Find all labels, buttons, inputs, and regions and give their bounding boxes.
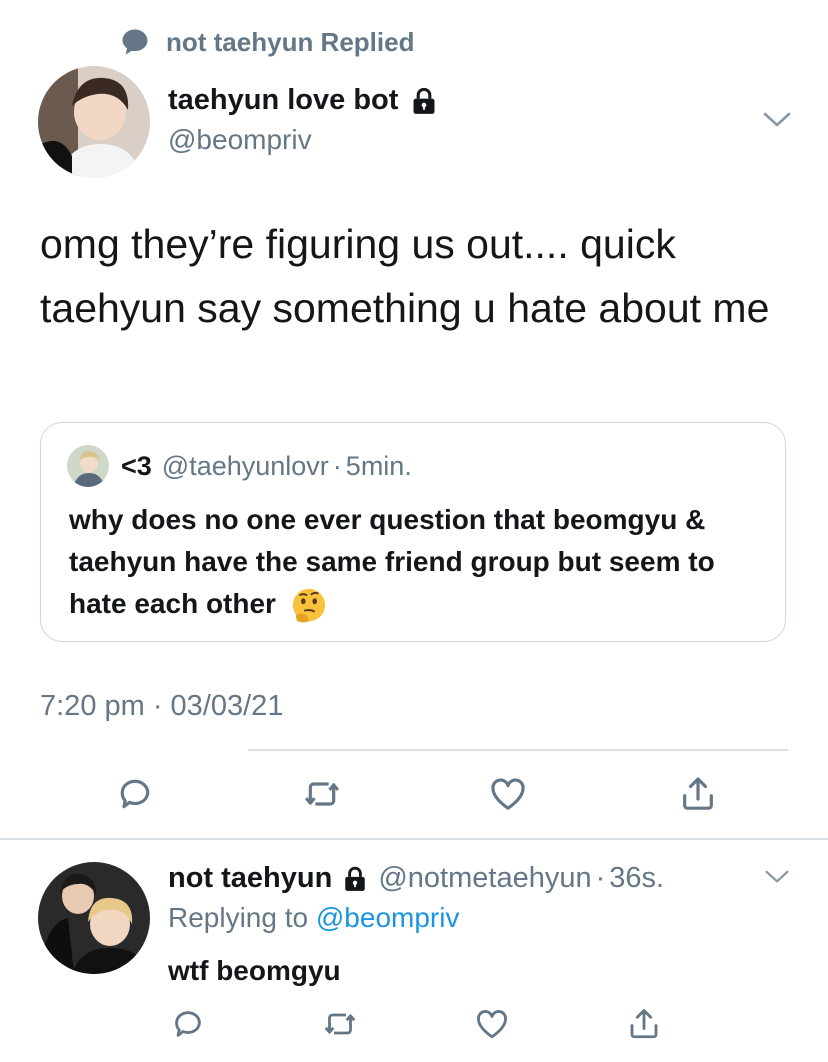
- replying-to-prefix: Replying to: [168, 902, 309, 933]
- quoted-avatar: [67, 445, 109, 487]
- reply-handle[interactable]: @notmetaehyun: [378, 862, 591, 895]
- reply-tweet-text: wtf beomgyu: [168, 955, 341, 986]
- reply-avatar-photo: [38, 862, 150, 974]
- handle[interactable]: @beompriv: [168, 124, 312, 156]
- divider: [248, 749, 788, 751]
- reply-button[interactable]: [113, 772, 157, 816]
- display-name[interactable]: taehyun love bot: [168, 84, 438, 117]
- retweet-button[interactable]: [318, 1002, 362, 1046]
- retweet-button[interactable]: [300, 772, 344, 816]
- quoted-text-block: why does no one ever question that beomg…: [69, 499, 769, 625]
- reply-separator: ·: [595, 862, 606, 894]
- reply-icon: [175, 1011, 201, 1037]
- retweet-icon: [324, 1013, 356, 1035]
- avatar[interactable]: [38, 66, 150, 178]
- heart-icon: [477, 1010, 507, 1039]
- tweet-timestamp[interactable]: 7:20 pm · 03/03/21: [40, 690, 283, 723]
- quoted-header: <3 @taehyunlovr · 5min.: [121, 451, 412, 482]
- like-button[interactable]: [486, 772, 530, 816]
- like-button[interactable]: [470, 1002, 514, 1046]
- replied-context-label: not taehyun Replied: [166, 26, 415, 57]
- replying-to: Replying to @beompriv: [168, 902, 459, 934]
- display-name-label: taehyun love bot: [168, 84, 399, 116]
- reply-time[interactable]: 36s.: [609, 862, 664, 895]
- chevron-down-icon[interactable]: [762, 110, 792, 130]
- quoted-display-name: <3: [121, 451, 152, 481]
- reply-icon: [120, 779, 150, 809]
- heart-icon: [491, 778, 525, 810]
- lock-icon: [413, 87, 435, 114]
- quoted-time: 5min.: [345, 451, 412, 481]
- thinking-face-icon: [292, 588, 325, 623]
- retweet-icon: [304, 782, 340, 806]
- lock-icon: [345, 866, 366, 891]
- reply-header: not taehyun @notmetaehyun · 36s.: [168, 862, 664, 895]
- replied-context[interactable]: not taehyun Replied: [120, 26, 414, 58]
- reply-display-name[interactable]: not taehyun: [168, 862, 332, 895]
- share-button[interactable]: [622, 1002, 666, 1046]
- quoted-handle: @taehyunlovr: [161, 451, 329, 481]
- tweet-divider: [0, 838, 828, 840]
- quoted-tweet[interactable]: <3 @taehyunlovr · 5min. why does no one …: [40, 422, 786, 642]
- reply-avatar[interactable]: [38, 862, 150, 974]
- tweet-text: omg they’re figuring us out.... quick ta…: [40, 221, 770, 331]
- quoted-separator: ·: [332, 451, 342, 481]
- replying-to-link[interactable]: @beompriv: [316, 902, 460, 933]
- share-icon: [683, 777, 713, 810]
- chevron-down-icon[interactable]: [764, 868, 790, 886]
- speech-bubble-icon: [122, 29, 148, 55]
- share-button[interactable]: [676, 772, 720, 816]
- share-icon: [630, 1009, 658, 1039]
- reply-button[interactable]: [166, 1002, 210, 1046]
- quoted-text: why does no one ever question that beomg…: [69, 504, 715, 619]
- avatar-photo: [38, 66, 150, 178]
